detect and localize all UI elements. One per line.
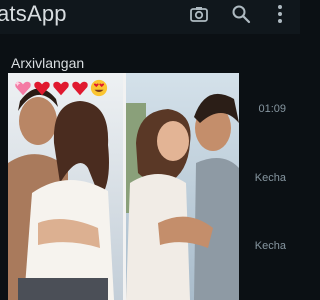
archived-label[interactable]: Arxivlangan bbox=[11, 55, 84, 71]
red-heart-icon bbox=[33, 79, 51, 97]
sparkling-heart-icon bbox=[14, 79, 32, 97]
chat-time: Kecha bbox=[254, 240, 286, 252]
app-header: atsApp bbox=[0, 0, 300, 34]
heart-eyes-icon bbox=[90, 79, 108, 97]
more-vert-icon[interactable] bbox=[270, 4, 290, 24]
search-icon[interactable] bbox=[231, 4, 251, 24]
red-heart-icon bbox=[71, 79, 89, 97]
red-heart-icon bbox=[52, 79, 70, 97]
status-photo[interactable] bbox=[8, 73, 239, 300]
app-title: atsApp bbox=[0, 1, 67, 26]
chat-time: 01:09 bbox=[258, 103, 286, 115]
emoji-row bbox=[14, 79, 108, 99]
chat-time: Kecha bbox=[254, 172, 286, 184]
camera-icon[interactable] bbox=[189, 4, 209, 24]
